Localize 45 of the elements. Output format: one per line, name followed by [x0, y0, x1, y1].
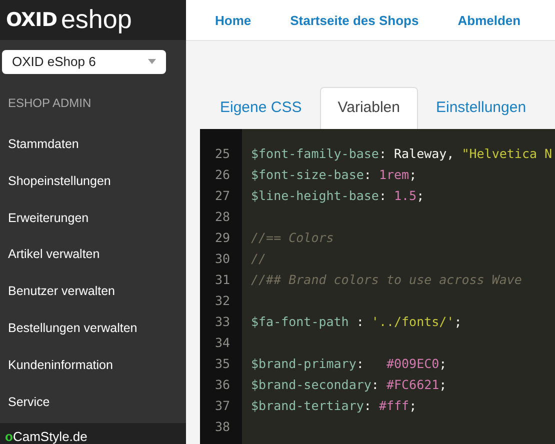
tab[interactable]: Einstellungen [418, 87, 544, 129]
sidebar-item[interactable]: Erweiterungen [0, 199, 186, 236]
code-line: // [251, 251, 266, 266]
sidebar-item[interactable]: Stammdaten [0, 126, 186, 162]
shop-select[interactable]: OXID eShop 6 [2, 50, 166, 74]
line-number: 28 [214, 209, 230, 224]
code-line: $fa-font-path : '../fonts/'; [251, 314, 462, 329]
line-number: 30 [214, 251, 230, 266]
code-editor[interactable] [200, 129, 555, 444]
line-number: 37 [214, 398, 230, 413]
code-line: $brand-tertiary: #fff; [251, 398, 417, 413]
brand-mark: o [5, 429, 13, 444]
sidebar-item[interactable]: Service [0, 383, 186, 420]
sidebar-heading: ESHOP ADMIN [7, 94, 92, 112]
line-number: 36 [214, 377, 230, 392]
line-number: 29 [214, 230, 230, 245]
logo: OXID eshop [0, 0, 186, 40]
nav-link[interactable]: Home [215, 12, 252, 28]
brand-name[interactable]: CamStyle.de [12, 429, 88, 444]
line-number: 31 [214, 272, 230, 287]
line-number: 27 [214, 188, 230, 203]
tab[interactable]: Variablen [320, 87, 418, 129]
line-number: 38 [214, 419, 230, 434]
caret-icon [148, 59, 156, 64]
tab[interactable]: Eigene CSS [202, 87, 320, 129]
sidebar-item[interactable]: Kundeninformation [0, 346, 186, 384]
code-line: //## Brand colors to use across Wave [251, 272, 522, 287]
sidebar-item[interactable]: Artikel verwalten [0, 236, 186, 273]
code-line: $brand-secondary: #FC6621; [251, 377, 447, 392]
code-line: $brand-primary: #009EC0; [251, 356, 447, 371]
nav-link[interactable]: Abmelden [458, 12, 521, 28]
code-line: $font-size-base: 1rem; [251, 167, 417, 182]
sidebar-item[interactable]: Benutzer verwalten [0, 272, 186, 310]
sidebar-item[interactable]: Bestellungen verwalten [0, 310, 186, 346]
sidebar-item[interactable]: Shopeinstellungen [0, 162, 186, 200]
code-line: //== Colors [251, 230, 334, 245]
code-line: $font-family-base: Raleway, "Helvetica N [251, 146, 552, 161]
line-number: 33 [214, 314, 230, 329]
line-number: 32 [214, 293, 230, 308]
nav-link[interactable]: Startseite des Shops [290, 12, 419, 28]
line-number: 25 [214, 146, 230, 161]
line-number: 34 [214, 335, 230, 350]
code-line: $line-height-base: 1.5; [251, 188, 424, 203]
line-number: 26 [214, 167, 230, 182]
line-number: 35 [214, 356, 230, 371]
